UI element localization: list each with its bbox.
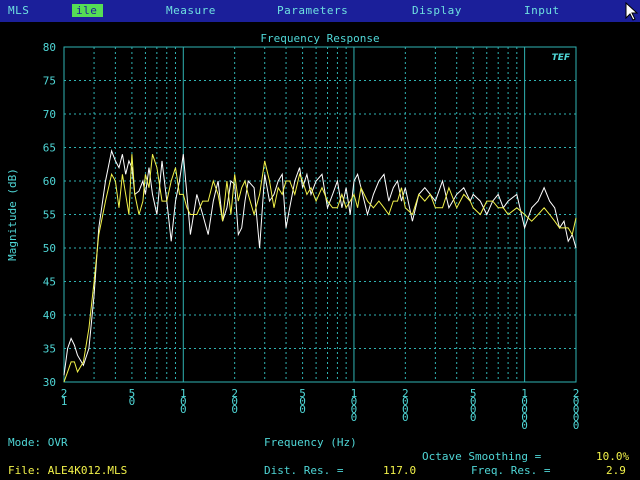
y-tick-label: 50: [43, 242, 56, 255]
menu-bar: MLS ile Measure Parameters Display Input: [0, 0, 640, 22]
menu-measure[interactable]: Measure: [166, 4, 216, 17]
menu-file[interactable]: ile: [72, 4, 104, 17]
menu-input[interactable]: Input: [524, 4, 560, 17]
dist-res-value: 117.0: [383, 464, 417, 477]
x-tick-label: 1000: [351, 387, 358, 424]
x-tick-label: 10000: [521, 387, 528, 432]
y-tick-label: 40: [43, 309, 56, 322]
octave-smoothing-value: 10.0%: [596, 450, 630, 463]
y-tick-label: 35: [43, 343, 56, 356]
x-axis-label: Frequency (Hz): [264, 436, 357, 449]
x-tick-label: 2000: [402, 387, 409, 424]
mouse-pointer-icon: [625, 2, 639, 21]
octave-smoothing-label: Octave Smoothing =: [422, 450, 542, 463]
y-tick-label: 55: [43, 209, 56, 222]
x-tick-label: 500: [299, 387, 306, 416]
tef-logo: TEF: [552, 53, 571, 63]
freq-res-value: 2.9: [606, 464, 626, 477]
y-tick-label: 60: [43, 175, 56, 188]
y-tick-label: 75: [43, 75, 56, 88]
x-tick-label: 20000: [573, 387, 580, 432]
file-name: File: ALE4K012.MLS: [8, 464, 128, 477]
trace-white: [63, 149, 577, 376]
menu-parameters[interactable]: Parameters: [277, 4, 348, 17]
dist-res-label: Dist. Res. =: [264, 464, 344, 477]
menu-mls[interactable]: MLS: [8, 4, 29, 17]
trace-yellow: [63, 154, 577, 383]
freq-res-label: Freq. Res. =: [471, 464, 551, 477]
y-tick-label: 30: [43, 376, 56, 389]
x-tick-label: 200: [231, 387, 238, 416]
frequency-response-chart: Frequency Response TEF 30 35 40 45 50 55 60 65 70 7…: [6, 32, 580, 432]
x-tick-label: 5000: [470, 387, 477, 424]
x-tick-label: 21: [61, 387, 68, 408]
x-tick-label: 100: [180, 387, 187, 416]
menu-display[interactable]: Display: [412, 4, 462, 17]
y-axis-label: Magnitude (dB): [6, 168, 19, 261]
x-tick-label: 50: [129, 387, 136, 408]
chart-title: Frequency Response: [260, 32, 379, 45]
y-tick-label: 65: [43, 142, 56, 155]
mode-indicator: Mode: OVR: [8, 436, 68, 449]
y-tick-label: 70: [43, 108, 56, 121]
y-tick-label: 80: [43, 41, 56, 54]
y-tick-label: 45: [43, 276, 56, 289]
